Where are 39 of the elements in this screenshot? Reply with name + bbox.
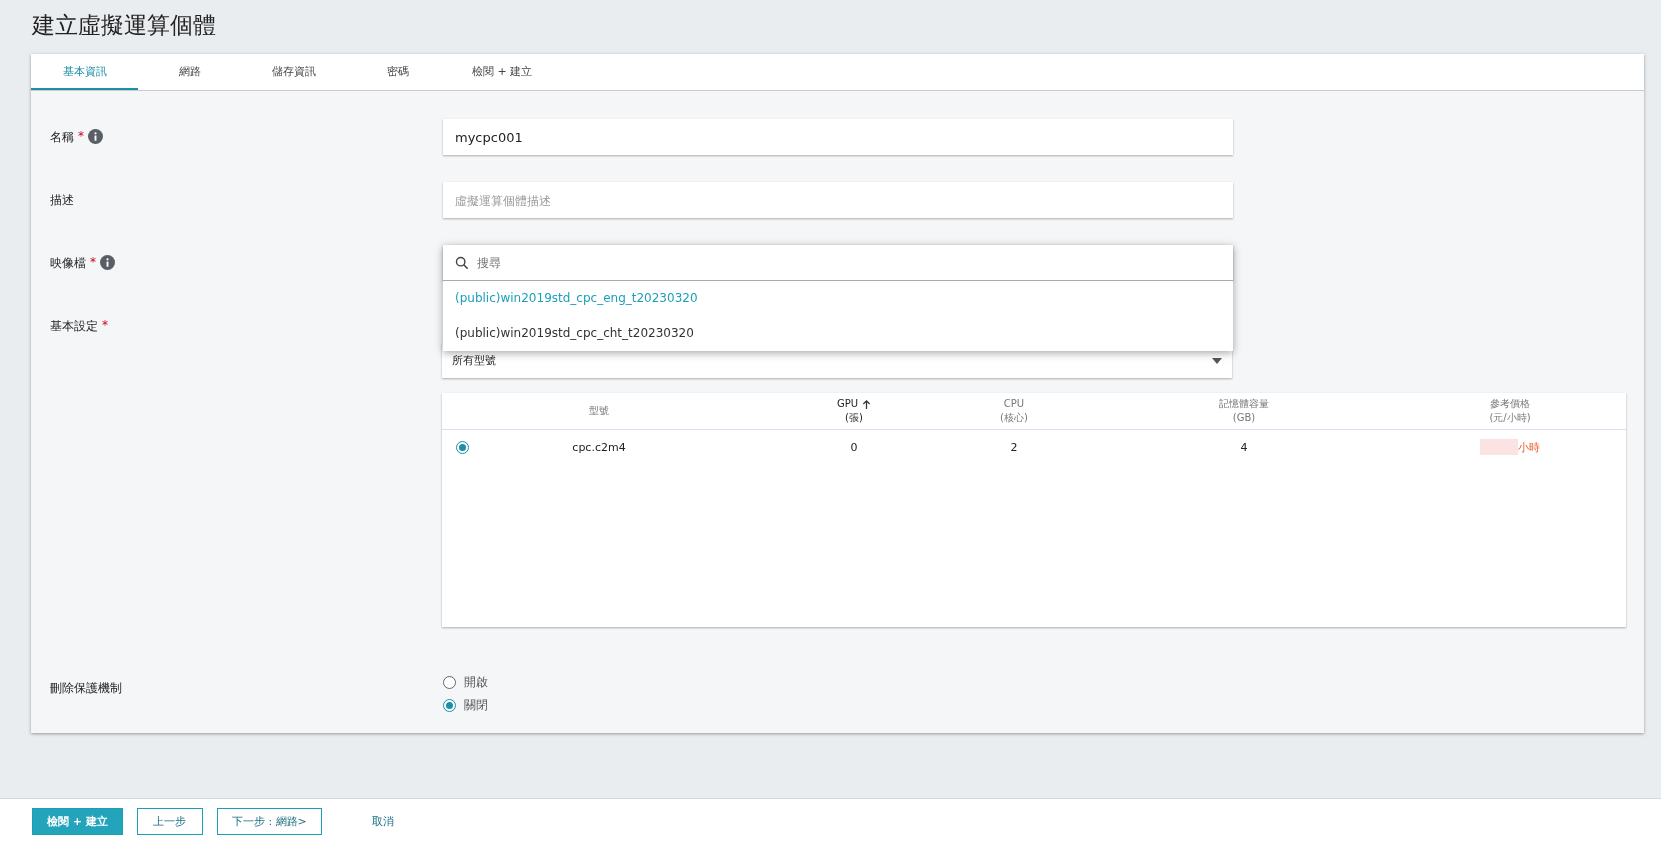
tab[interactable]: 基本資訊 [31, 54, 138, 90]
info-icon[interactable] [88, 129, 103, 144]
search-icon [455, 255, 469, 270]
dropdown-caret-icon [1212, 357, 1222, 364]
footer-button[interactable]: 下一步 : 網路> [216, 807, 322, 835]
required-asterisk: * [78, 129, 84, 143]
table-cell: 2 [1010, 440, 1018, 454]
tab[interactable]: 網路 [138, 54, 242, 90]
row-radio-button[interactable] [456, 440, 469, 454]
redacted-block [1480, 439, 1518, 455]
table-cell: 小時 [1518, 439, 1540, 455]
footer-button[interactable]: 上一步 [136, 807, 203, 835]
table-cell: 4 [1240, 440, 1248, 454]
column-header[interactable]: CPU (核心) [934, 397, 1094, 425]
radio-option[interactable]: 關閉 [443, 697, 488, 714]
description-input-field[interactable]: 虛擬運算個體描述 [443, 182, 1233, 218]
field-label: 描述 [50, 192, 74, 209]
required-asterisk: * [102, 318, 108, 332]
field-label: 名稱 [50, 129, 74, 146]
table-cell: 0 [850, 440, 858, 454]
tab[interactable]: 密碼 [346, 54, 450, 90]
info-icon[interactable] [100, 255, 115, 270]
column-header[interactable]: 型號 [532, 404, 666, 418]
column-header[interactable]: GPU (張) [774, 397, 934, 425]
radio-option[interactable]: 開啟 [443, 674, 488, 691]
radio-button[interactable] [443, 699, 456, 712]
name-input-field[interactable]: mycpc001 [443, 119, 1233, 155]
field-label: 刪除保護機制 [50, 680, 122, 697]
column-header[interactable]: 記憶體容量 (GB) [1094, 397, 1394, 425]
table-cell: cpc.c2m4 [572, 440, 626, 454]
tab[interactable]: 儲存資訊 [242, 54, 346, 90]
page-title: 建立虛擬運算個體 [31, 11, 217, 40]
radio-button[interactable] [443, 676, 456, 689]
field-label: 映像檔 [50, 255, 86, 272]
field-label: 基本設定 [50, 318, 98, 335]
tab[interactable]: 檢閱 + 建立 [450, 54, 554, 90]
sort-up-arrow-icon [862, 399, 872, 409]
required-asterisk: * [90, 255, 96, 269]
column-header[interactable]: 參考價格 (元/小時) [1394, 397, 1626, 425]
